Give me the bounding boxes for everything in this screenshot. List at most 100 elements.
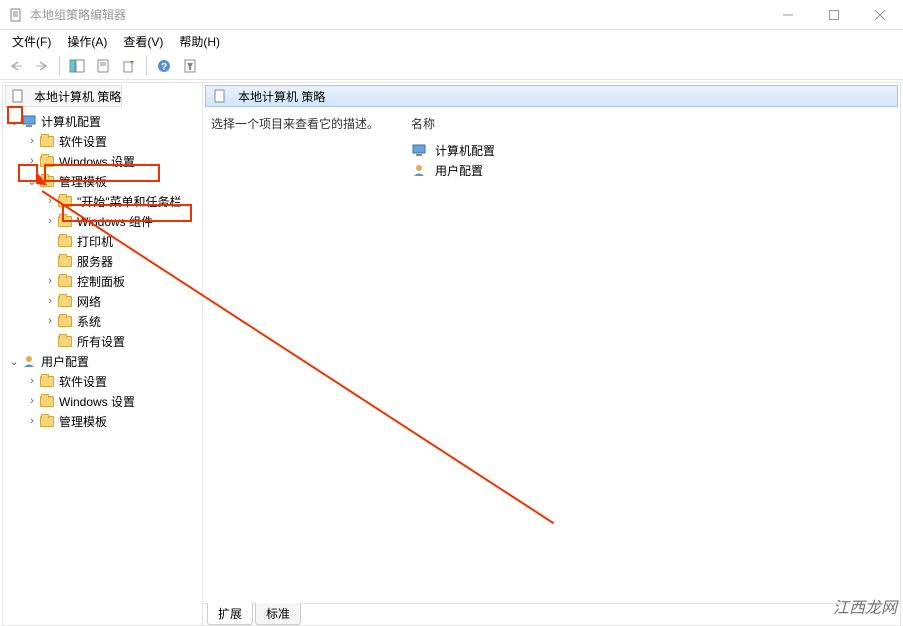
- tree-item-printers[interactable]: 打印机: [3, 231, 202, 251]
- folder-icon: [39, 413, 55, 429]
- description-text: 选择一个项目来查看它的描述。: [211, 115, 411, 603]
- view-tabs: 扩展 标准: [203, 603, 900, 625]
- tree-label: 所有设置: [77, 333, 125, 350]
- tree-label: 管理模板: [59, 413, 107, 430]
- tree-item-user-admin-templates[interactable]: › 管理模板: [3, 411, 202, 431]
- expand-toggle[interactable]: ⌄: [7, 115, 21, 128]
- expand-toggle[interactable]: ›: [25, 135, 39, 147]
- toolbar-separator: [59, 56, 60, 76]
- menu-help[interactable]: 帮助(H): [171, 31, 228, 52]
- tree-root-label: 本地计算机 策略: [34, 88, 121, 105]
- folder-icon: [57, 293, 73, 309]
- expand-toggle[interactable]: ›: [25, 395, 39, 407]
- main-split: 本地计算机 策略 ⌄ 计算机配置 › 软件设置 › Windows 设置 ⌄ 管理模板…: [2, 82, 901, 626]
- list-item-computer-config[interactable]: 计算机配置: [411, 140, 892, 160]
- folder-icon: [57, 213, 73, 229]
- list-item-label: 计算机配置: [435, 142, 495, 159]
- tree-item-computer-config[interactable]: ⌄ 计算机配置: [3, 111, 202, 131]
- expand-toggle[interactable]: ›: [43, 195, 57, 207]
- list-item-user-config[interactable]: 用户配置: [411, 160, 892, 180]
- tree-label: 计算机配置: [41, 113, 101, 130]
- expand-toggle[interactable]: ›: [43, 315, 57, 327]
- tree-label: 用户配置: [41, 353, 89, 370]
- folder-icon: [57, 193, 73, 209]
- menu-action[interactable]: 操作(A): [59, 31, 115, 52]
- tree-label: 管理模板: [59, 173, 107, 190]
- tree-item-user-config[interactable]: ⌄ 用户配置: [3, 351, 202, 371]
- details-header: 本地计算机 策略: [205, 85, 898, 107]
- expand-toggle[interactable]: ⌄: [25, 175, 39, 188]
- column-header-name[interactable]: 名称: [411, 115, 892, 132]
- expand-toggle[interactable]: ›: [43, 295, 57, 307]
- tree-item-admin-templates[interactable]: ⌄ 管理模板: [3, 171, 202, 191]
- expand-toggle[interactable]: ›: [43, 275, 57, 287]
- tree-label: Windows 组件: [77, 213, 153, 230]
- tree-item-network[interactable]: › 网络: [3, 291, 202, 311]
- tree-label: 软件设置: [59, 373, 107, 390]
- menu-file[interactable]: 文件(F): [4, 31, 59, 52]
- folder-icon: [57, 333, 73, 349]
- folder-icon: [57, 273, 73, 289]
- tree-item-control-panel[interactable]: › 控制面板: [3, 271, 202, 291]
- window-title: 本地组策略编辑器: [30, 6, 765, 23]
- tab-extended[interactable]: 扩展: [207, 603, 253, 625]
- toolbar: ?: [0, 52, 903, 80]
- expand-toggle[interactable]: ›: [25, 155, 39, 167]
- folder-icon: [57, 313, 73, 329]
- show-tree-button[interactable]: [65, 54, 89, 78]
- filter-button[interactable]: [178, 54, 202, 78]
- maximize-button[interactable]: [811, 0, 857, 30]
- tree-label: 网络: [77, 293, 101, 310]
- policy-icon: [10, 88, 26, 104]
- user-icon: [21, 353, 37, 369]
- tab-standard[interactable]: 标准: [255, 603, 301, 625]
- tree-label: "开始"菜单和任务栏: [77, 193, 182, 210]
- menu-view[interactable]: 查看(V): [115, 31, 171, 52]
- folder-icon: [57, 253, 73, 269]
- tree-label: 打印机: [77, 233, 113, 250]
- expand-toggle[interactable]: ›: [43, 215, 57, 227]
- tree-item-windows-settings[interactable]: › Windows 设置: [3, 151, 202, 171]
- minimize-button[interactable]: [765, 0, 811, 30]
- titlebar: 本地组策略编辑器: [0, 0, 903, 30]
- tree-item-user-windows-settings[interactable]: › Windows 设置: [3, 391, 202, 411]
- folder-icon: [39, 173, 55, 189]
- tree-item-system[interactable]: › 系统: [3, 311, 202, 331]
- list-item-label: 用户配置: [435, 162, 483, 179]
- tree-label: Windows 设置: [59, 393, 135, 410]
- tree-item-user-software-settings[interactable]: › 软件设置: [3, 371, 202, 391]
- help-button[interactable]: ?: [152, 54, 176, 78]
- app-icon: [8, 7, 24, 23]
- folder-icon: [39, 373, 55, 389]
- menubar: 文件(F) 操作(A) 查看(V) 帮助(H): [0, 30, 903, 52]
- tree-label: 系统: [77, 313, 101, 330]
- expand-toggle[interactable]: ⌄: [7, 355, 21, 368]
- tree-column-header[interactable]: 本地计算机 策略: [5, 85, 122, 107]
- items-list: 名称 计算机配置 用户配置: [411, 115, 892, 603]
- tree-panel: 本地计算机 策略 ⌄ 计算机配置 › 软件设置 › Windows 设置 ⌄ 管理模板…: [3, 83, 203, 625]
- tree-item-servers[interactable]: 服务器: [3, 251, 202, 271]
- folder-icon: [39, 153, 55, 169]
- tree-item-windows-components[interactable]: › Windows 组件: [3, 211, 202, 231]
- window-controls: [765, 0, 903, 30]
- properties-button[interactable]: [91, 54, 115, 78]
- folder-icon: [39, 133, 55, 149]
- tree-item-start-taskbar[interactable]: › "开始"菜单和任务栏: [3, 191, 202, 211]
- tree-label: 控制面板: [77, 273, 125, 290]
- computer-icon: [21, 113, 37, 129]
- nav-back-button[interactable]: [4, 54, 28, 78]
- details-panel: 本地计算机 策略 选择一个项目来查看它的描述。 名称 计算机配置 用户配置 扩展…: [203, 83, 900, 625]
- expand-toggle[interactable]: ›: [25, 375, 39, 387]
- tree-item-software-settings[interactable]: ›软件设置: [3, 131, 202, 151]
- svg-text:?: ?: [161, 62, 167, 73]
- export-button[interactable]: [117, 54, 141, 78]
- details-content: 选择一个项目来查看它的描述。 名称 计算机配置 用户配置: [203, 115, 900, 603]
- computer-icon: [411, 142, 427, 158]
- tree-label: Windows 设置: [59, 153, 135, 170]
- close-button[interactable]: [857, 0, 903, 30]
- folder-icon: [39, 393, 55, 409]
- nav-forward-button[interactable]: [30, 54, 54, 78]
- tree-item-all-settings[interactable]: 所有设置: [3, 331, 202, 351]
- policy-icon: [212, 88, 228, 104]
- expand-toggle[interactable]: ›: [25, 415, 39, 427]
